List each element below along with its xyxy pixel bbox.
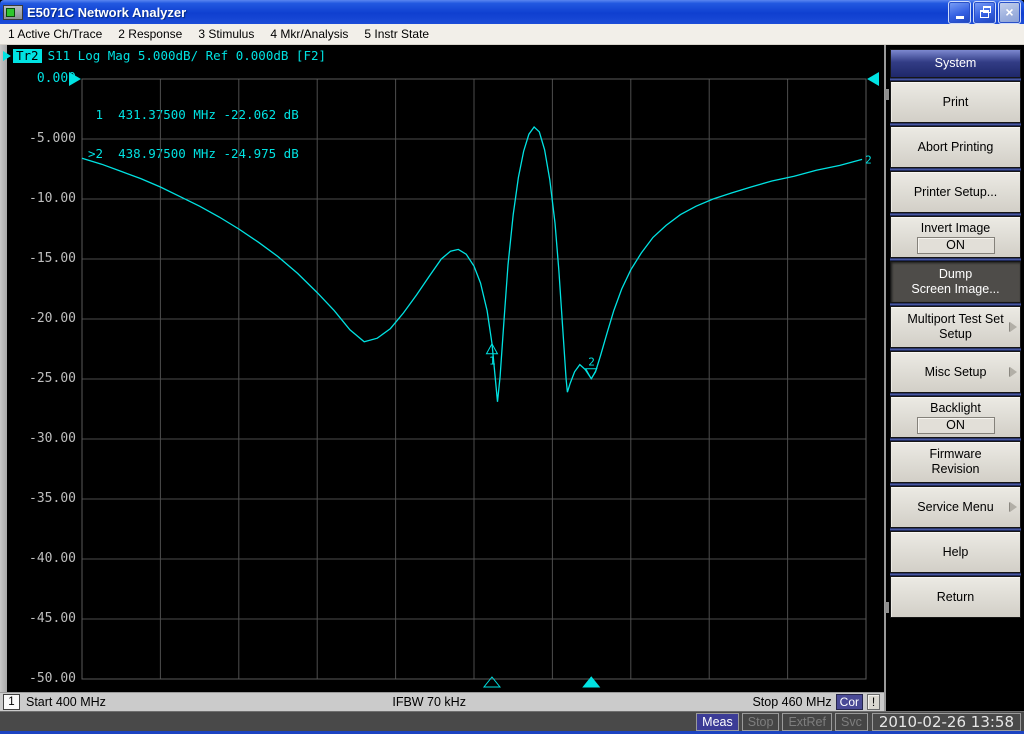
correction-badge: Cor xyxy=(835,694,863,710)
softkey-label: Return xyxy=(936,589,975,604)
ref-level-marker-right-icon[interactable] xyxy=(867,72,879,86)
datetime: 2010-02-26 13:58 xyxy=(871,713,1021,731)
app-icon xyxy=(3,4,23,20)
titlebar[interactable]: E5071C Network Analyzer × xyxy=(0,0,1024,24)
menu-4-mkr-analysis[interactable]: 4 Mkr/Analysis xyxy=(262,24,356,44)
menu-2-response[interactable]: 2 Response xyxy=(110,24,190,44)
status-stop: Stop xyxy=(741,713,780,731)
start-frequency[interactable]: Start 400 MHz xyxy=(26,695,106,709)
s11-trace xyxy=(81,126,863,402)
softkey-firmware-revision[interactable]: Firmware Revision xyxy=(890,441,1021,483)
softkey-label: Abort Printing xyxy=(917,139,994,154)
softkey-label: Service Menu xyxy=(917,499,994,514)
status-svc: Svc xyxy=(834,713,868,731)
softkey-label: Invert Image xyxy=(920,220,991,235)
softkey-scroll-up-nub[interactable] xyxy=(885,89,889,100)
s11-plot: 2 1 2 xyxy=(69,72,879,688)
window-title: E5071C Network Analyzer xyxy=(27,4,187,20)
minimize-button[interactable] xyxy=(948,0,971,24)
menu-3-stimulus[interactable]: 3 Stimulus xyxy=(190,24,262,44)
menu-1-active-ch-trace[interactable]: 1 Active Ch/Trace xyxy=(0,24,110,44)
softkey-invert-image-state: ON xyxy=(916,236,995,254)
softkey-backlight-state: ON xyxy=(916,416,995,434)
softkey-label: Screen Image... xyxy=(911,282,1000,296)
trace-end-label: 2 xyxy=(865,153,872,166)
status-extref: ExtRef xyxy=(782,713,832,731)
close-button[interactable]: × xyxy=(998,0,1021,24)
minimize-icon xyxy=(955,15,964,19)
softkey-label: Backlight xyxy=(930,400,981,415)
channel-number[interactable]: 1 xyxy=(3,694,20,710)
statusbar-indicators: Meas Stop ExtRef Svc xyxy=(696,713,868,731)
ref-level-marker-left-icon[interactable] xyxy=(69,72,81,86)
softkey-scroll-down-nub[interactable] xyxy=(885,602,889,613)
restore-button[interactable] xyxy=(973,0,996,24)
stop-frequency[interactable]: Stop 460 MHz xyxy=(752,695,831,709)
softkey-label: Revision xyxy=(931,462,980,476)
softkey-list: System Print Abort Printing Printer Setup..… xyxy=(890,49,1021,618)
submenu-arrow-icon xyxy=(1010,502,1017,512)
app-icon-screen xyxy=(6,7,15,17)
menu-5-instr-state[interactable]: 5 Instr State xyxy=(356,24,437,44)
marker-2-label: 2 xyxy=(588,356,595,369)
status-meas: Meas xyxy=(696,713,739,731)
softkey-label: Misc Setup xyxy=(924,364,987,379)
softkey-service-menu[interactable]: Service Menu xyxy=(890,486,1021,528)
warning-badge: ! xyxy=(867,694,880,710)
window-controls: × xyxy=(948,0,1021,24)
softkey-label: System xyxy=(934,56,977,70)
channel-status-bar: 1 Start 400 MHz IFBW 70 kHz Stop 460 MHz… xyxy=(0,692,884,711)
softkey-label: Dump xyxy=(938,267,973,281)
softkey-invert-image[interactable]: Invert Image ON xyxy=(890,216,1021,258)
softkey-system[interactable]: System xyxy=(890,49,1021,78)
softkey-abort-printing[interactable]: Abort Printing xyxy=(890,126,1021,168)
restore-icon xyxy=(980,5,991,18)
app-window: E5071C Network Analyzer × 1 Active Ch/Tr… xyxy=(0,0,1024,734)
menu-bar: 1 Active Ch/Trace 2 Response 3 Stimulus 4 M… xyxy=(0,24,1024,45)
softkey-dump-screen-image[interactable]: Dump Screen Image... xyxy=(890,261,1021,303)
submenu-arrow-icon xyxy=(1010,322,1017,332)
softkey-label: Printer Setup... xyxy=(913,184,998,199)
softkey-backlight[interactable]: Backlight ON xyxy=(890,396,1021,438)
analyzer-screen: Tr2 S11 Log Mag 5.000dB/ Ref 0.000dB [F2… xyxy=(0,45,884,711)
softkey-printer-setup[interactable]: Printer Setup... xyxy=(890,171,1021,213)
softkey-label: Firmware xyxy=(929,447,982,461)
softkey-help[interactable]: Help xyxy=(890,531,1021,573)
softkey-print[interactable]: Print xyxy=(890,81,1021,123)
softkey-sidebar: System Print Abort Printing Printer Setup..… xyxy=(884,45,1024,711)
softkey-label: Help xyxy=(942,544,969,559)
marker-1-label: 1 xyxy=(489,355,496,368)
submenu-arrow-icon xyxy=(1010,367,1017,377)
softkey-multiport-test-set-setup[interactable]: Multiport Test Set Setup xyxy=(890,306,1021,348)
main-content: Tr2 S11 Log Mag 5.000dB/ Ref 0.000dB [F2… xyxy=(0,45,1024,711)
status-bar: Meas Stop ExtRef Svc 2010-02-26 13:58 xyxy=(0,711,1024,731)
softkey-label: Setup xyxy=(939,327,972,341)
close-icon: × xyxy=(1005,4,1014,20)
softkey-misc-setup[interactable]: Misc Setup xyxy=(890,351,1021,393)
ifbw-readout[interactable]: IFBW 70 kHz xyxy=(106,695,753,709)
stop-group: Stop 460 MHz Cor ! xyxy=(752,694,880,710)
softkey-return[interactable]: Return xyxy=(890,576,1021,618)
softkey-label: Print xyxy=(942,94,969,109)
softkey-label: Multiport Test Set xyxy=(907,312,1004,326)
